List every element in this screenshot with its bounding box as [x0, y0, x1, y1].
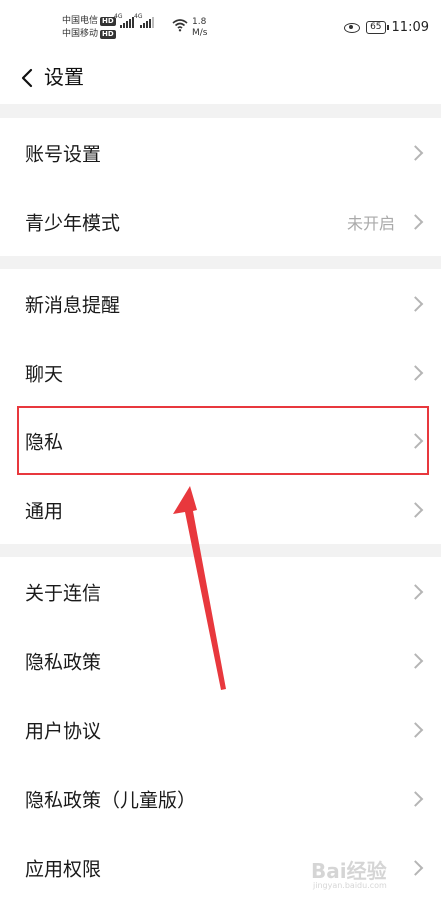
chevron-right-icon [407, 583, 424, 600]
network-speed: 1.8 M/s [192, 17, 208, 39]
settings-item-child-privacy-policy[interactable]: 隐私政策（儿童版） [0, 764, 441, 833]
settings-item-label: 应用权限 [25, 858, 102, 880]
signal-strength-icon: 4G [134, 13, 154, 28]
settings-item-teen-mode[interactable]: 青少年模式 未开启 [0, 187, 441, 256]
chevron-right-icon [407, 501, 424, 518]
chevron-right-icon [407, 652, 424, 669]
chevron-right-icon [407, 364, 424, 381]
section-divider [0, 255, 441, 269]
settings-item-label: 隐私政策 [25, 651, 102, 673]
battery-icon: 65 [366, 21, 390, 34]
settings-item-label: 关于连信 [25, 582, 102, 604]
settings-item-label: 隐私 [25, 431, 64, 453]
settings-item-about[interactable]: 关于连信 [0, 557, 441, 626]
network-type-label: 4G [114, 13, 123, 20]
settings-item-privacy-policy[interactable]: 隐私政策 [0, 626, 441, 695]
settings-item-label: 隐私政策（儿童版） [25, 789, 197, 811]
settings-item-chat[interactable]: 聊天 [0, 338, 441, 407]
wifi-icon [172, 18, 188, 36]
status-right: 65 11:09 [344, 20, 429, 35]
baidu-jingyan-watermark: Bai经验 jingyan.baidu.com [311, 855, 411, 895]
settings-item-label: 用户协议 [25, 720, 102, 742]
status-bar: 中国电信 HD 中国移动 HD 4G 4G 1.8 M/s 65 11:09 [0, 0, 441, 52]
speed-unit: M/s [192, 28, 208, 38]
network-type-label: 4G [134, 13, 143, 20]
settings-item-label: 聊天 [25, 363, 64, 385]
chevron-right-icon [407, 432, 424, 449]
chevron-right-icon [407, 790, 424, 807]
chevron-right-icon [407, 721, 424, 738]
carrier-info: 中国电信 HD 中国移动 HD [62, 15, 116, 41]
page-title: 设置 [44, 65, 84, 89]
chevron-right-icon [407, 144, 424, 161]
section-divider [0, 104, 441, 118]
top-app-bar: 设置 [0, 52, 441, 104]
settings-item-account[interactable]: 账号设置 [0, 118, 441, 187]
settings-item-label: 账号设置 [25, 143, 102, 165]
signal-indicators: 4G 4G [114, 13, 154, 28]
eye-icon [344, 22, 361, 33]
back-arrow-icon[interactable] [18, 68, 38, 88]
watermark-text: Bai经验 [311, 859, 387, 883]
speed-value: 1.8 [192, 17, 207, 27]
settings-item-notifications[interactable]: 新消息提醒 [0, 269, 441, 338]
settings-item-label: 青少年模式 [25, 212, 121, 234]
watermark-url: jingyan.baidu.com [313, 881, 387, 890]
section-divider [0, 543, 441, 557]
settings-item-general[interactable]: 通用 [0, 475, 441, 544]
settings-item-user-agreement[interactable]: 用户协议 [0, 695, 441, 764]
teen-mode-status: 未开启 [346, 213, 395, 233]
clock: 11:09 [391, 20, 429, 35]
carrier-1-name: 中国电信 [62, 16, 99, 26]
settings-item-label: 新消息提醒 [25, 294, 121, 316]
chevron-right-icon [407, 295, 424, 312]
settings-item-label: 通用 [25, 500, 64, 522]
signal-strength-icon: 4G [114, 13, 134, 28]
carrier-2-name: 中国移动 [62, 29, 99, 39]
settings-item-privacy[interactable]: 隐私 [0, 406, 441, 475]
hd-badge: HD [100, 30, 116, 39]
chevron-right-icon [407, 213, 424, 230]
